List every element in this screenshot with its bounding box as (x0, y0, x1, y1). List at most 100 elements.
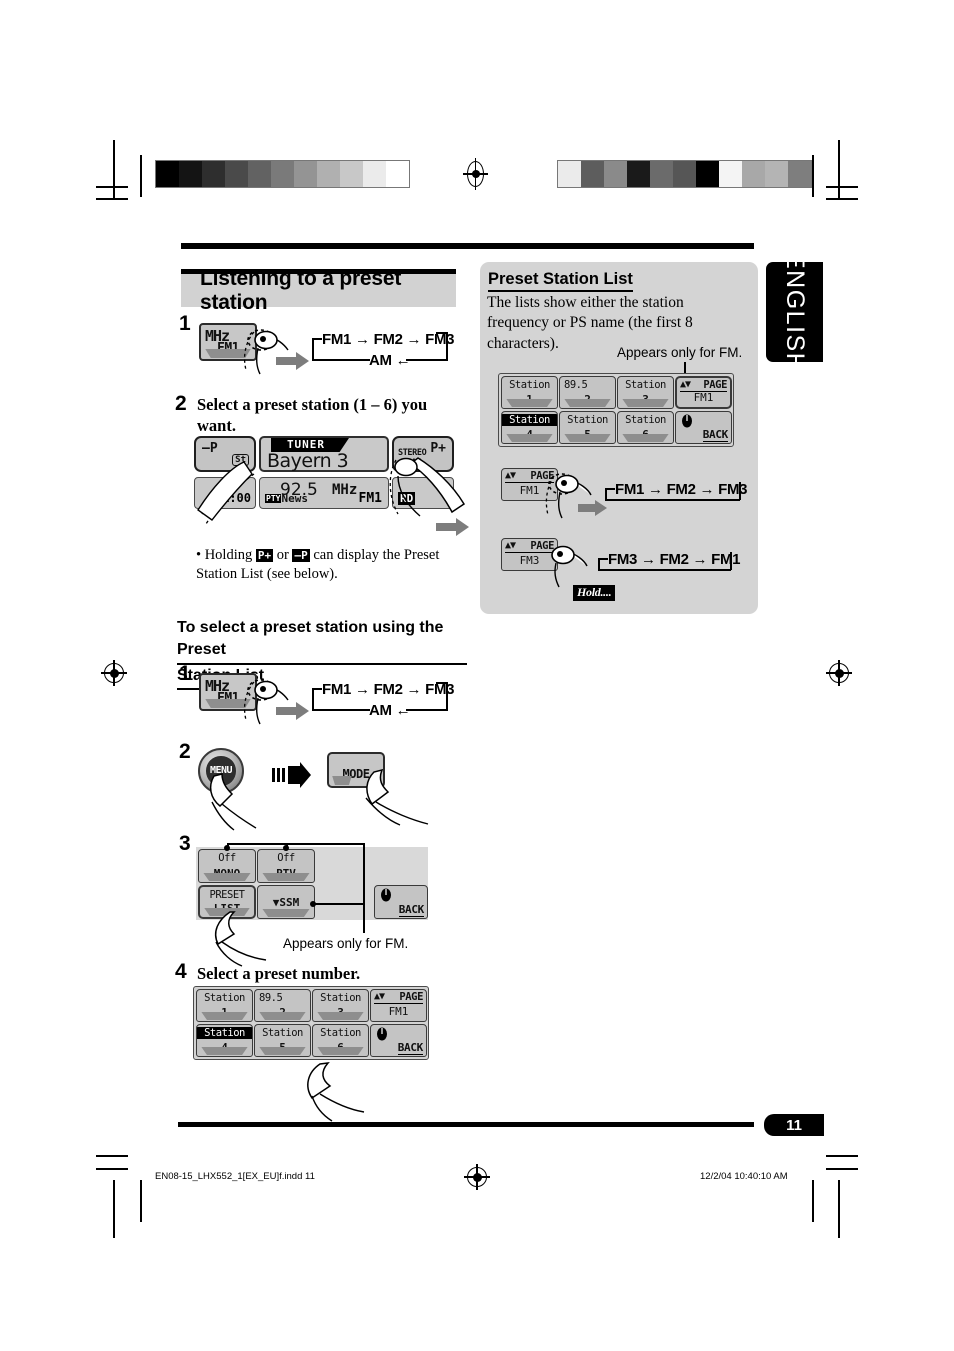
preset-button-4[interactable]: Station 4 (196, 1024, 253, 1057)
registration-mark-right (826, 660, 852, 686)
rds-key[interactable]: RD (392, 477, 454, 509)
panel-page-value: FM1 (693, 391, 714, 404)
band-cycle-wrap: AM ← (369, 352, 411, 369)
flow-connector (406, 709, 448, 711)
page-arrows-icon: ▲▼ (680, 379, 691, 390)
ptv-setting-button[interactable]: Off PTV (257, 849, 315, 883)
ssm-label: ▼SSM (272, 896, 300, 909)
page-button-step4[interactable]: ▲▼ PAGE FM1 (370, 989, 427, 1022)
page-number: 11 (786, 1116, 802, 1134)
panel-preset-button-2[interactable]: 89.5 2 (559, 376, 616, 409)
crop-mark (826, 186, 858, 188)
page-button-value: FM1 (388, 1005, 409, 1018)
color-swatch-3 (225, 161, 248, 187)
note-prefix: • Holding (196, 547, 253, 563)
back-label: BACK (397, 1041, 423, 1055)
section-title: Listening to a preset station (200, 266, 402, 314)
button-tab (262, 909, 310, 917)
page-demo-press-button[interactable]: ▲▼ PAGE FM1 (501, 468, 558, 501)
preset-button-2[interactable]: 89.5 2 (254, 989, 311, 1022)
panel-preset-4-label: Station (502, 414, 557, 426)
pty-readout: PTYNews (265, 492, 308, 505)
crop-mark (96, 1155, 128, 1157)
color-swatch-10 (386, 161, 409, 187)
button-tab (204, 908, 250, 916)
language-tab-label: ENGLISH (781, 251, 809, 373)
crop-mark (96, 198, 128, 200)
preset-list-button[interactable]: PRESET LIST (198, 885, 256, 919)
preset-down-key[interactable]: –P St (194, 436, 256, 472)
rotary-knob-icon (381, 888, 391, 902)
top-rule (181, 243, 754, 249)
band-indicator: FM1 (358, 491, 382, 506)
panel-preset-1-label: Station (509, 379, 550, 391)
ssm-button[interactable]: ▼SSM (257, 885, 315, 919)
preset-button-1[interactable]: Station 1 (196, 989, 253, 1022)
band-select-key[interactable]: MHz FM1 (199, 673, 257, 711)
panel-preset-5-label: Station (567, 414, 608, 426)
panel-preset-button-1[interactable]: Station 1 (501, 376, 558, 409)
crop-mark (826, 1155, 858, 1157)
panel-back-button[interactable]: BACK (675, 411, 732, 444)
color-swatch-8 (742, 161, 765, 187)
preset-button-3[interactable]: Station 3 (312, 989, 369, 1022)
section-heading: Listening to a preset station (181, 267, 456, 314)
button-tab (564, 434, 611, 442)
button-tab (622, 434, 669, 442)
panel-preset-3-label: Station (625, 379, 666, 391)
preset-button-5[interactable]: Station 5 (254, 1024, 311, 1057)
preset-button-6[interactable]: Station 6 (312, 1024, 369, 1057)
back-button[interactable]: BACK (374, 885, 428, 919)
flow-connector (598, 569, 731, 571)
clock-key[interactable]: 1:00 (194, 477, 256, 509)
button-tab (262, 873, 310, 881)
color-swatch-0 (558, 161, 581, 187)
color-swatch-4 (650, 161, 673, 187)
flow-connector (406, 359, 448, 361)
mode-button[interactable]: MODE (327, 752, 385, 788)
color-swatch-1 (581, 161, 604, 187)
crop-mark (812, 1180, 814, 1222)
page-arrows-icon: ▲▼ (505, 540, 516, 551)
crop-mark (96, 1168, 128, 1170)
color-swatch-6 (294, 161, 317, 187)
preset-6-label: Station (320, 1027, 361, 1039)
band-key-tab (205, 349, 251, 358)
page-cycle-forward: FM1 → FM2 → FM3 (615, 481, 748, 498)
frequency-panel: 92.5 MHz PTYNews FM1 (259, 477, 389, 509)
menu-button[interactable]: MENU (198, 748, 244, 794)
page-number-tab: 11 (764, 1114, 824, 1136)
band-select-key[interactable]: MHz FM1 (199, 323, 257, 361)
button-tab (259, 1047, 306, 1055)
crop-mark (812, 155, 814, 197)
color-swatch-7 (317, 161, 340, 187)
panel-page-button[interactable]: ▲▼ PAGE FM1 (675, 376, 732, 409)
color-calibration-bar-right (557, 160, 812, 188)
button-tab (564, 399, 611, 407)
menu-button-label: MENU (206, 756, 236, 786)
back-button-step4[interactable]: BACK (370, 1024, 427, 1057)
crop-mark (826, 198, 858, 200)
leader-line (313, 903, 364, 905)
mono-setting-button[interactable]: Off MONO (198, 849, 256, 883)
panel-preset-button-5[interactable]: Station 5 (559, 411, 616, 444)
flow-connector (312, 709, 370, 711)
preset-up-key[interactable]: P+ STEREO FLAT (392, 436, 454, 472)
panel-preset-button-4[interactable]: Station 4 (501, 411, 558, 444)
registration-mark-bottom (464, 1164, 490, 1190)
button-tab (317, 1012, 364, 1020)
button-tab (317, 1047, 364, 1055)
panel-preset-button-6[interactable]: Station 6 (617, 411, 674, 444)
leader-line (227, 843, 229, 848)
back-label: BACK (398, 903, 424, 917)
color-swatch-3 (627, 161, 650, 187)
crop-mark (826, 1168, 858, 1170)
hold-badge: Hold.... (573, 585, 616, 601)
rotary-knob-icon (377, 1027, 387, 1041)
panel-preset-button-3[interactable]: Station 3 (617, 376, 674, 409)
button-tab (506, 399, 553, 407)
page-demo-hold-button[interactable]: ▲▼ PAGE FM3 (501, 538, 558, 571)
note-bullet: • Holding P+ or –P can display the Prese… (196, 546, 458, 585)
page-demo-press-header: ▲▼ PAGE (505, 470, 554, 483)
crop-mark (140, 155, 142, 197)
